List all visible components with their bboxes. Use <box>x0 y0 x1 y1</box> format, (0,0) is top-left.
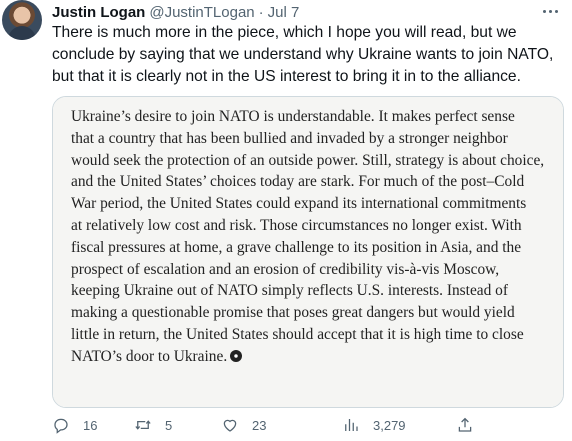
quote-line: would seek the protection of an outside … <box>71 151 545 169</box>
quote-line: that a country that has been bullied and… <box>71 129 508 147</box>
like-count: 23 <box>252 417 267 433</box>
tweet-text: There is much more in the piece, which I… <box>52 24 554 85</box>
avatar-shirt <box>8 26 36 40</box>
quote-line: at relatively low cost and risk. Those c… <box>71 216 522 234</box>
quote-line: prospect of escalation and an erosion of… <box>71 260 500 278</box>
quote-line-text: NATO’s door to Ukraine. <box>71 347 228 365</box>
quote-line: fiscal pressures at home, a grave challe… <box>71 238 522 256</box>
tweet[interactable]: Justin Logan @JustinTLogan · Jul 7 There… <box>0 0 572 441</box>
views-count: 3,279 <box>373 417 406 433</box>
separator-dot: · <box>258 3 264 21</box>
quote-line-last: NATO’s door to Ukraine. <box>71 346 545 368</box>
reply-count: 16 <box>83 417 98 433</box>
retweet-icon <box>135 420 151 430</box>
more-dot <box>542 9 546 13</box>
reply-button[interactable]: 16 <box>52 414 97 436</box>
avatar[interactable] <box>2 0 42 40</box>
more-dot <box>548 9 552 13</box>
reply-icon <box>54 418 68 434</box>
more-icon[interactable] <box>540 2 560 20</box>
tweet-header: Justin Logan @JustinTLogan · Jul 7 <box>52 2 299 22</box>
quote-line: War period, the United States could expa… <box>71 195 527 213</box>
quote-image: Ukraine’s desire to join NATO is underst… <box>53 97 563 407</box>
quote-line: keeping Ukraine out of NATO simply refle… <box>71 282 508 300</box>
quote-image-card[interactable]: Ukraine’s desire to join NATO is underst… <box>52 96 564 408</box>
views-button[interactable]: 3,279 <box>342 414 406 436</box>
retweet-button[interactable]: 5 <box>134 414 172 436</box>
quote-line: little in return, the United States shou… <box>71 325 524 343</box>
tweet-actions: 16 5 23 3,279 <box>52 414 512 436</box>
author-handle[interactable]: @JustinTLogan <box>149 4 254 21</box>
like-button[interactable]: 23 <box>221 414 266 436</box>
share-icon <box>458 417 472 432</box>
quote-line: and the United States’ choices today are… <box>71 173 525 191</box>
views-icon <box>345 419 358 431</box>
quote-line: making a questionable promise that poses… <box>71 304 515 322</box>
share-button[interactable] <box>456 414 474 436</box>
quote-line: Ukraine’s desire to join NATO is underst… <box>71 108 515 125</box>
retweet-count: 5 <box>165 417 173 433</box>
more-dot <box>554 9 558 13</box>
heart-icon <box>223 419 237 432</box>
emblem-icon <box>230 349 243 362</box>
author-name[interactable]: Justin Logan <box>52 4 145 21</box>
tweet-date[interactable]: Jul 7 <box>268 4 300 21</box>
